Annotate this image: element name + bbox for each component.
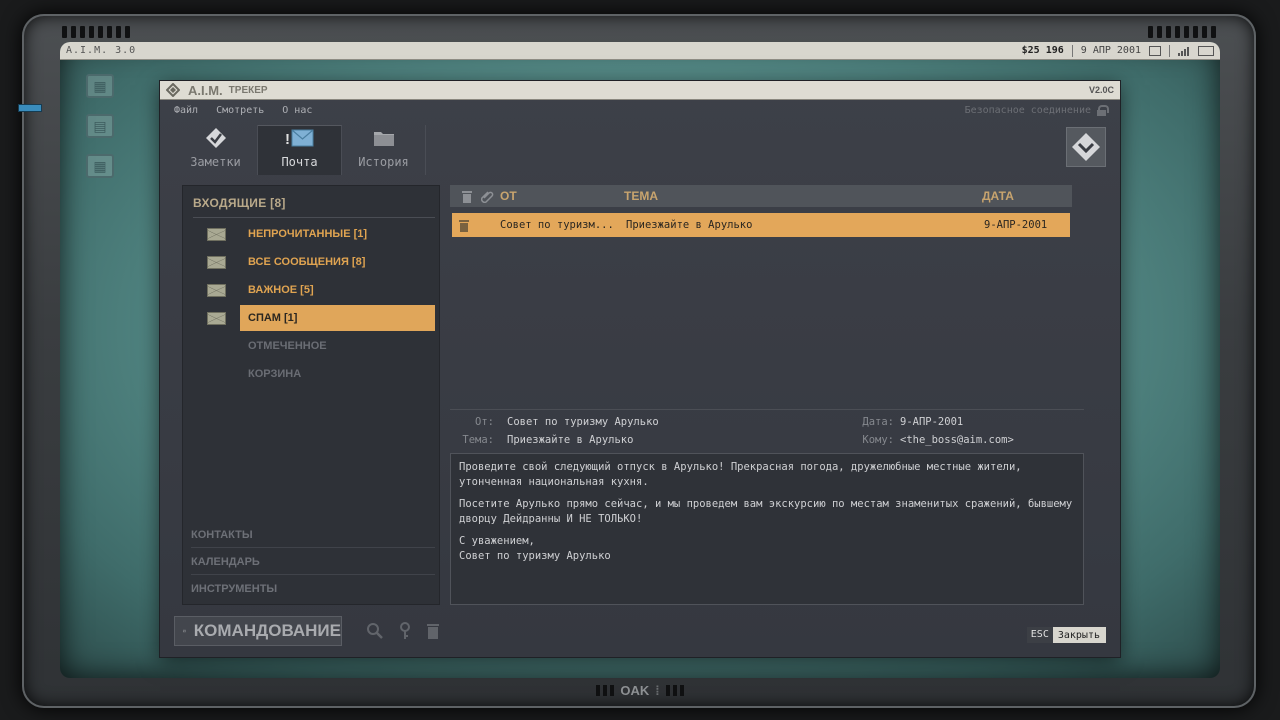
aim-tracker-window: A.I.M. ТРЕКЕР V2.0C Файл Смотреть О нас … <box>160 81 1120 657</box>
folder-trash-label: КОРЗИНА <box>248 368 302 380</box>
monitor-brand: OAK ⁞ <box>0 683 1280 698</box>
svg-text:!: ! <box>285 131 290 148</box>
subject-value: Приезжайте в Арулько <box>507 434 634 446</box>
section-calendar[interactable]: КАЛЕНДАРЬ <box>191 549 435 575</box>
collapse-button[interactable] <box>1066 127 1106 167</box>
from-label: От: <box>475 416 494 428</box>
folder-unread[interactable]: НЕПРОЧИТАННЫЕ [1] <box>207 221 435 247</box>
battery-icon <box>1198 45 1214 56</box>
esc-key: ESC <box>1026 627 1053 643</box>
chevron-down-icon <box>1072 133 1100 161</box>
trash-column-icon <box>458 189 476 203</box>
vent-left <box>62 26 130 38</box>
menu-about[interactable]: О нас <box>282 105 312 116</box>
message-row[interactable]: Совет по туризм... Приезжайте в Арулько … <box>452 213 1070 237</box>
message-date: 9-АПР-2001 <box>984 219 1048 231</box>
tab-bar: Заметки ! Почта История <box>174 125 426 175</box>
secure-connection: Безопасное соединение <box>964 104 1109 116</box>
folder-all[interactable]: ВСЕ СООБЩЕНИЯ [8] <box>207 249 435 275</box>
laptop-desktop-icon[interactable]: ▦ <box>86 74 114 98</box>
message-body: Проведите свой следующий отпуск в Арульк… <box>450 453 1084 605</box>
body-paragraph: Проведите свой следующий отпуск в Арульк… <box>459 461 1022 488</box>
calendar-desktop-icon[interactable]: ▦ <box>86 154 114 178</box>
calendar-icon[interactable] <box>1149 45 1161 56</box>
envelope-icon <box>207 255 226 269</box>
money-balance: $25 196 <box>1021 45 1064 56</box>
vent-right <box>1148 26 1216 38</box>
tab-notes-label: Заметки <box>190 155 241 169</box>
attachment-column-icon <box>478 189 496 203</box>
inbox-header[interactable]: ВХОДЯЩИЕ [8] <box>193 196 435 218</box>
tab-mail[interactable]: ! Почта <box>258 125 342 175</box>
diamond-logo-icon <box>205 127 227 149</box>
signal-icon <box>1178 46 1190 56</box>
envelope-icon <box>207 311 226 325</box>
tab-mail-label: Почта <box>281 155 318 169</box>
folder-important[interactable]: ВАЖНОЕ [5] <box>207 277 435 303</box>
column-date[interactable]: ДАТА <box>982 189 1014 203</box>
subject-label: Тема: <box>462 434 494 446</box>
body-signature: Совет по туризму Арулько <box>459 550 611 562</box>
folder-unread-label: НЕПРОЧИТАННЫЕ [1] <box>248 228 368 240</box>
os-name: A.I.M. 3.0 <box>66 45 137 56</box>
message-from: Совет по туризм... <box>500 219 614 231</box>
close-button[interactable]: ESC Закрыть <box>1026 627 1106 643</box>
tab-history[interactable]: История <box>342 125 426 175</box>
window-title: A.I.M. <box>188 82 223 98</box>
menu-file[interactable]: Файл <box>174 105 198 116</box>
message-subject: Приезжайте в Арулько <box>626 219 753 231</box>
mail-alert-icon: ! <box>285 127 315 149</box>
command-button[interactable]: КОМАНДОВАНИЕ <box>174 616 342 646</box>
os-date: 9 АПР 2001 <box>1080 45 1141 56</box>
tab-history-label: История <box>358 155 409 169</box>
section-contacts[interactable]: КОНТАКТЫ <box>191 522 435 548</box>
command-button-label: КОМАНДОВАНИЕ <box>193 621 341 640</box>
folder-spam[interactable]: СПАМ [1] <box>207 305 435 331</box>
key-icon[interactable] <box>396 622 414 640</box>
menu-bar: Файл Смотреть О нас Безопасное соединени… <box>160 100 1120 120</box>
aim-logo-icon <box>166 83 180 97</box>
folder-trash[interactable]: КОРЗИНА <box>207 361 435 387</box>
to-value: <the_boss@aim.com> <box>900 434 1014 446</box>
folder-icon <box>373 127 395 149</box>
date-value: 9-АПР-2001 <box>900 416 964 428</box>
envelope-icon <box>207 283 226 297</box>
to-label: Кому: <box>862 434 894 446</box>
mail-sidebar: ВХОДЯЩИЕ [8] НЕПРОЧИТАННЫЕ [1] ВСЕ СООБЩ… <box>182 185 440 605</box>
from-value: Совет по туризму Арулько <box>507 416 659 428</box>
date-label: Дата: <box>862 416 894 428</box>
section-tools[interactable]: ИНСТРУМЕНТЫ <box>191 576 435 602</box>
folder-spam-label: СПАМ [1] <box>240 305 435 331</box>
laptop-icon <box>183 629 186 633</box>
message-list-header: ОТ ТЕМА ДАТА <box>450 185 1072 207</box>
window-titlebar: A.I.M. ТРЕКЕР V2.0C <box>160 81 1120 100</box>
lock-icon <box>1097 104 1109 116</box>
message-list: ОТ ТЕМА ДАТА Совет по туризм... Приезжай… <box>450 185 1072 405</box>
window-version: V2.0C <box>1088 85 1114 95</box>
envelope-icon <box>207 227 226 241</box>
folder-all-label: ВСЕ СООБЩЕНИЯ [8] <box>248 256 366 268</box>
files-desktop-icon[interactable]: ▤ <box>86 114 114 138</box>
search-icon[interactable] <box>366 622 384 640</box>
close-label: Закрыть <box>1057 629 1100 641</box>
column-subject[interactable]: ТЕМА <box>624 189 982 203</box>
trash-icon[interactable] <box>424 622 442 640</box>
folder-flagged-label: ОТМЕЧЕННОЕ <box>248 340 327 352</box>
body-signoff: С уважением, <box>459 535 535 547</box>
body-paragraph: Посетите Арулько прямо сейчас, и мы пров… <box>459 498 1073 525</box>
folder-flagged[interactable]: ОТМЕЧЕННОЕ <box>207 333 435 359</box>
menu-view[interactable]: Смотреть <box>216 105 264 116</box>
os-status-bar: A.I.M. 3.0 $25 196 9 АПР 2001 <box>60 42 1220 60</box>
power-led <box>18 104 42 112</box>
column-from[interactable]: ОТ <box>500 189 624 203</box>
folder-important-label: ВАЖНОЕ [5] <box>248 284 314 296</box>
secure-connection-label: Безопасное соединение <box>964 104 1091 116</box>
tab-notes[interactable]: Заметки <box>174 125 258 175</box>
window-subtitle: ТРЕКЕР <box>228 84 268 96</box>
brand-logo: OAK <box>620 683 650 698</box>
delete-message-icon[interactable] <box>458 219 482 232</box>
message-meta: От: Совет по туризму Арулько Тема: Приез… <box>450 409 1084 453</box>
